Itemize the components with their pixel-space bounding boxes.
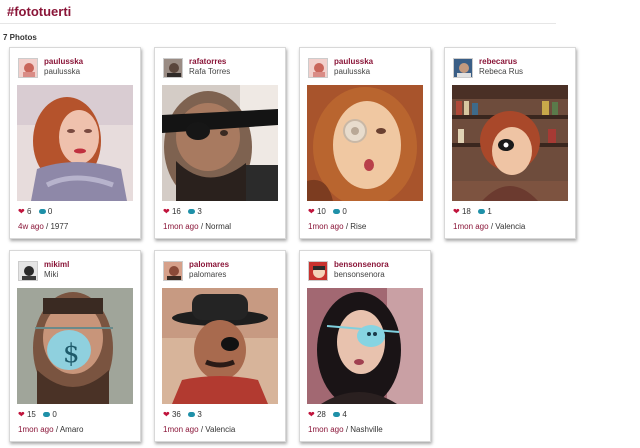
username-link[interactable]: paulusska	[334, 57, 373, 66]
time-ago-link[interactable]: 1mon ago	[308, 222, 344, 231]
photo-card: bensonsenora bensonsenora ❤ 28 4 1mon ag…	[299, 250, 431, 442]
comments-count: 0	[342, 207, 347, 216]
photo-stats: ❤ 28 4	[308, 410, 347, 419]
filter-name: Rise	[350, 222, 367, 231]
filter-name: Normal	[205, 222, 232, 231]
filter-name: Amaro	[59, 425, 84, 434]
heart-icon: ❤	[308, 207, 315, 216]
hashtag-title[interactable]: #fototuerti	[7, 4, 71, 19]
comment-bubble-icon	[38, 209, 46, 214]
photo-meta: 1mon ago / Normal	[163, 222, 232, 231]
photo-card: paulusska paulusska ❤ 6 0 4w ago / 1977	[9, 47, 141, 239]
likes-count: 15	[26, 410, 36, 419]
heart-icon: ❤	[453, 207, 460, 216]
photo-card: palomares palomares ❤ 36 3 1mon ago / Va…	[154, 250, 286, 442]
comments-count: 4	[342, 410, 347, 419]
comment-bubble-icon	[188, 209, 196, 214]
photo-stats: ❤ 15 0	[18, 410, 57, 419]
photo-stats: ❤ 6 0	[18, 207, 52, 216]
heart-icon: ❤	[163, 410, 170, 419]
photo-image[interactable]	[162, 85, 278, 201]
avatar[interactable]	[163, 58, 183, 78]
time-ago-link[interactable]: 1mon ago	[163, 425, 199, 434]
comments-count: 1	[487, 207, 492, 216]
photo-stats: ❤ 10 0	[308, 207, 347, 216]
photo-meta: 4w ago / 1977	[18, 222, 69, 231]
avatar[interactable]	[453, 58, 473, 78]
comment-bubble-icon	[333, 209, 341, 214]
photo-meta: 1mon ago / Nashville	[308, 425, 383, 434]
header-divider	[0, 23, 556, 24]
likes-count: 10	[316, 207, 326, 216]
full-name: Rebeca Rus	[479, 67, 524, 76]
heart-icon: ❤	[18, 207, 25, 216]
comment-bubble-icon	[43, 412, 51, 417]
comment-bubble-icon	[333, 412, 341, 417]
time-ago-link[interactable]: 1mon ago	[18, 425, 54, 434]
full-name: paulusska	[334, 67, 371, 76]
avatar[interactable]	[18, 58, 38, 78]
avatar[interactable]	[163, 261, 183, 281]
avatar[interactable]	[18, 261, 38, 281]
likes-count: 36	[171, 410, 181, 419]
username-link[interactable]: rebecarus	[479, 57, 517, 66]
username-link[interactable]: rafatorres	[189, 57, 226, 66]
full-name: bensonsenora	[334, 270, 385, 279]
photo-meta: 1mon ago / Valencia	[453, 222, 526, 231]
heart-icon: ❤	[308, 410, 315, 419]
likes-count: 18	[461, 207, 471, 216]
photo-image[interactable]	[162, 288, 278, 404]
comments-count: 0	[52, 410, 57, 419]
photo-image[interactable]	[452, 85, 568, 201]
comments-count: 0	[47, 207, 53, 216]
time-ago-link[interactable]: 1mon ago	[163, 222, 199, 231]
full-name: palomares	[189, 270, 227, 279]
username-link[interactable]: mikiml	[44, 260, 69, 269]
username-link[interactable]: bensonsenora	[334, 260, 389, 269]
comments-count: 3	[197, 410, 202, 419]
username-link[interactable]: paulusska	[44, 57, 83, 66]
svg-text:$: $	[63, 339, 80, 369]
photo-image[interactable]: $	[17, 288, 133, 404]
likes-count: 16	[171, 207, 181, 216]
photo-card: paulusska paulusska ❤ 10 0 1mon ago / Ri…	[299, 47, 431, 239]
time-ago-link[interactable]: 1mon ago	[308, 425, 344, 434]
photo-meta: 1mon ago / Valencia	[163, 425, 236, 434]
likes-count: 6	[26, 207, 32, 216]
photo-meta: 1mon ago / Amaro	[18, 425, 84, 434]
filter-name: Valencia	[205, 425, 236, 434]
photo-image[interactable]	[307, 288, 423, 404]
photo-image[interactable]	[17, 85, 133, 201]
full-name: Rafa Torres	[189, 67, 231, 76]
photo-card: mikiml Miki $ ❤ 15 0 1mon ago / Amaro	[9, 250, 141, 442]
photo-stats: ❤ 16 3	[163, 207, 202, 216]
photo-card: rafatorres Rafa Torres ❤ 16 3 1mon ago /…	[154, 47, 286, 239]
comments-count: 3	[197, 207, 202, 216]
avatar[interactable]	[308, 261, 328, 281]
photo-stats: ❤ 18 1	[453, 207, 492, 216]
filter-name: 1977	[50, 222, 69, 231]
heart-icon: ❤	[18, 410, 25, 419]
comment-bubble-icon	[478, 209, 486, 214]
full-name: paulusska	[44, 67, 81, 76]
username-link[interactable]: palomares	[189, 260, 229, 269]
time-ago-link[interactable]: 4w ago	[18, 222, 44, 231]
comment-bubble-icon	[188, 412, 196, 417]
photo-count: 7 Photos	[3, 33, 37, 42]
likes-count: 28	[316, 410, 326, 419]
filter-name: Valencia	[495, 222, 526, 231]
photo-stats: ❤ 36 3	[163, 410, 202, 419]
avatar[interactable]	[308, 58, 328, 78]
time-ago-link[interactable]: 1mon ago	[453, 222, 489, 231]
photo-image[interactable]	[307, 85, 423, 201]
full-name: Miki	[44, 270, 59, 279]
heart-icon: ❤	[163, 207, 170, 216]
photo-card: rebecarus Rebeca Rus ❤ 18 1 1mon ago / V…	[444, 47, 576, 239]
filter-name: Nashville	[350, 425, 383, 434]
photo-meta: 1mon ago / Rise	[308, 222, 367, 231]
